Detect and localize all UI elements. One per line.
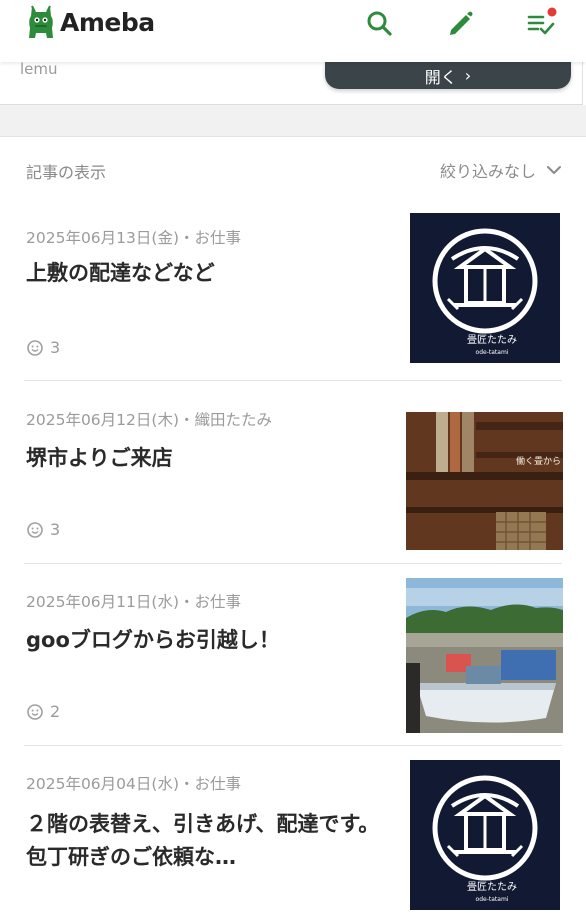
article-thumbnail[interactable]: 畳匠たたみ ode-tatami: [410, 760, 560, 910]
smile-icon: [27, 339, 43, 356]
search-icon: [367, 11, 392, 36]
thumb-caption: 働く畳から 静かたたみ: [516, 455, 563, 467]
notification-dot-icon: [547, 7, 557, 17]
section-spacer: [0, 105, 586, 136]
open-button[interactable]: 開く ›: [325, 62, 571, 89]
chevron-down-icon: [547, 166, 561, 174]
notifications-button[interactable]: [525, 6, 559, 40]
ameba-mascot-icon: [29, 5, 53, 38]
article-thumbnail[interactable]: 働く畳から 静かたたみ: [406, 412, 563, 550]
article-category: ・お仕事: [179, 775, 242, 793]
chevron-right-icon: ›: [464, 66, 472, 85]
pencil-icon: [450, 11, 473, 35]
tatami-logo-image: 畳匠たたみ ode-tatami: [410, 213, 560, 363]
article-item[interactable]: 2025年06月13日(金)・お仕事 上敷の配達などなど 3 畳匠たたみ ode…: [0, 199, 586, 381]
section-label: 記事の表示: [26, 163, 107, 182]
smile-icon: [27, 703, 43, 720]
card-text: lemu: [20, 60, 58, 78]
article-item[interactable]: 2025年06月12日(木)・織田たたみ 堺市よりご来店 3 働く畳から: [0, 382, 586, 564]
search-button[interactable]: [362, 6, 396, 40]
article-date: 2025年06月13日(金): [26, 229, 179, 247]
article-thumbnail[interactable]: [406, 578, 563, 733]
filter-dropdown[interactable]: 絞り込みなし: [440, 158, 562, 182]
article-item[interactable]: 2025年06月04日(水)・お仕事 ２階の表替え、引きあげ、配達です。 包丁研…: [0, 746, 586, 919]
article-title: 上敷の配達などなど: [26, 261, 215, 285]
article-category: ・お仕事: [179, 593, 242, 611]
thumb-caption: 畳匠たたみ: [467, 334, 517, 346]
article-meta: 2025年06月13日(金)・お仕事: [26, 226, 241, 248]
boats-photo: [406, 578, 563, 733]
article-category: ・お仕事: [179, 229, 242, 247]
article-meta: 2025年06月12日(木)・織田たたみ: [26, 408, 272, 430]
wood-shelves-photo: 働く畳から 静かたたみ: [406, 412, 563, 550]
tatami-logo-image: 畳匠たたみ ode-tatami: [410, 760, 560, 910]
thumb-subcaption: ode-tatami: [476, 349, 509, 356]
ameba-logo[interactable]: Ameba: [26, 2, 155, 42]
smile-icon: [27, 521, 43, 538]
article-title: ２階の表替え、引きあげ、配達です。 包丁研ぎのご依頼な…: [26, 812, 390, 869]
article-thumbnail[interactable]: 畳匠たたみ ode-tatami: [410, 213, 560, 363]
blog-screen: Ameba lemu 開く › 記事の表示 絞り込みなし 2025年06月13日…: [0, 0, 586, 919]
article-date: 2025年06月04日(水): [26, 775, 179, 793]
checklist-icon: [527, 7, 557, 35]
thumb-caption: 畳匠たたみ: [467, 881, 517, 893]
article-meta: 2025年06月04日(水)・お仕事: [26, 772, 241, 794]
article-title: gooブログからお引越し！: [26, 628, 280, 652]
likes-count: 2: [26, 702, 60, 721]
logo-text: Ameba: [60, 7, 155, 37]
write-post-button[interactable]: [444, 6, 478, 40]
open-button-label: 開く: [424, 67, 457, 87]
top-app-bar: Ameba: [0, 0, 586, 62]
filter-label: 絞り込みなし: [439, 162, 536, 181]
article-item[interactable]: 2025年06月11日(水)・お仕事 gooブログからお引越し！ 2: [0, 564, 586, 746]
article-date: 2025年06月12日(木): [26, 411, 179, 429]
article-list-header: 記事の表示 絞り込みなし: [0, 136, 586, 200]
likes-count: 3: [26, 520, 60, 539]
article-meta: 2025年06月11日(水)・お仕事: [26, 590, 241, 612]
likes-count: 3: [26, 338, 60, 357]
article-date: 2025年06月11日(水): [26, 593, 179, 611]
divider: [24, 380, 562, 381]
thumb-subcaption: ode-tatami: [476, 896, 509, 903]
article-title: 堺市よりご来店: [26, 446, 173, 470]
article-category: ・織田たたみ: [179, 411, 273, 429]
previous-card: lemu 開く ›: [0, 60, 583, 105]
